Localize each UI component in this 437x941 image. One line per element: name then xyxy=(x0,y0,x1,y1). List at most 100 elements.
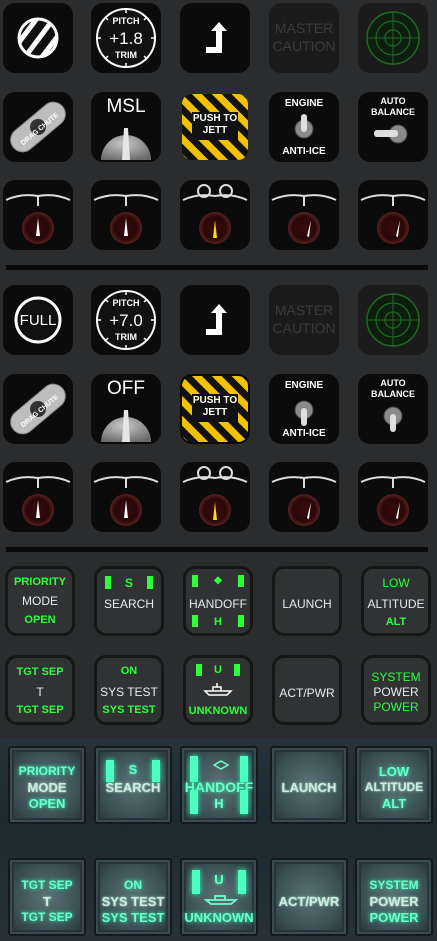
light-knob-2c[interactable] xyxy=(180,462,250,532)
trim-label: TRIM xyxy=(115,332,137,342)
lit-power-mid: POWER xyxy=(369,894,419,909)
panel-light-knob-icon xyxy=(93,476,159,526)
panel-divider-2 xyxy=(6,547,428,552)
lit-altitude-button[interactable]: LOW ALTITUDE ALT xyxy=(355,746,433,824)
drag-chute-handle-1[interactable]: DRAG CHUTE xyxy=(3,92,73,162)
lit-priority-button[interactable]: PRIORITY MODE OPEN xyxy=(8,746,86,824)
lit-tgtsep-bottom: TGT SEP xyxy=(21,910,73,924)
engine-anti-ice-switch-2[interactable]: ENGINE ANTI-ICE xyxy=(269,374,339,444)
lit-system-power-button[interactable]: SYSTEM POWER POWER xyxy=(355,858,433,936)
tgtsep-mid: T xyxy=(36,685,44,699)
power-mid: POWER xyxy=(373,685,419,699)
systest-top: ON xyxy=(120,665,138,677)
light-knob-2d[interactable] xyxy=(269,462,339,532)
lit-unknown-lamp-right xyxy=(238,870,246,894)
pitch-trim-gauge-1[interactable]: PITCH +1.8 TRIM xyxy=(91,3,161,73)
light-knob-2e[interactable] xyxy=(358,462,428,532)
full-button-2[interactable]: FULL xyxy=(3,285,73,355)
light-knob-1a[interactable] xyxy=(3,180,73,250)
rwr-search-button[interactable]: S SEARCH xyxy=(94,566,164,636)
rwr-sys-test-button[interactable]: ON SYS TEST SYS TEST xyxy=(94,655,164,725)
lit-launch-button[interactable]: LAUNCH xyxy=(270,746,348,824)
rwr-altitude-button[interactable]: LOW ALTITUDE ALT xyxy=(361,566,431,636)
handoff-mid: HANDOFF xyxy=(189,597,247,611)
formation-light-knob-icon xyxy=(182,466,248,526)
lit-target-sep-button[interactable]: TGT SEP T TGT SEP xyxy=(8,858,86,936)
lit-search-button[interactable]: S SEARCH xyxy=(94,746,172,824)
rwr-priority-button[interactable]: PRIORITY MODE OPEN xyxy=(5,566,75,636)
search-mid: SEARCH xyxy=(103,597,154,611)
lit-handoff-button[interactable]: HANDOFF H xyxy=(180,746,258,824)
light-knob-1c[interactable] xyxy=(180,180,250,250)
light-knob-1b[interactable] xyxy=(91,180,161,250)
turn-arrow-icon xyxy=(206,22,227,53)
panel-light-knob-icon xyxy=(5,194,71,244)
drag-chute-handle-2[interactable]: DRAG CHUTE xyxy=(3,374,73,444)
actpwr-mid: ACT/PWR xyxy=(279,686,335,700)
gear-lever-button-2[interactable] xyxy=(180,285,250,355)
master-caution-1[interactable]: MASTER CAUTION xyxy=(269,3,339,73)
panel-light-knob-icon xyxy=(5,476,71,526)
lit-systest-top: ON xyxy=(124,878,142,892)
altitude-knob-1[interactable]: MSL xyxy=(91,92,161,162)
radar-scope-button-2[interactable] xyxy=(358,285,428,355)
master-caution-2[interactable]: MASTER CAUTION xyxy=(269,285,339,355)
master-caution-line1: MASTER xyxy=(274,302,334,318)
light-knob-2b[interactable] xyxy=(91,462,161,532)
panel-light-knob-icon xyxy=(360,194,426,244)
full-label: FULL xyxy=(19,312,57,329)
lit-systest-bottom: SYS TEST xyxy=(101,910,165,925)
jettison-button-2[interactable]: PUSH TO JETT xyxy=(180,374,250,444)
lit-altitude-bottom: ALT xyxy=(381,796,407,811)
panel-light-knob-icon xyxy=(93,194,159,244)
systest-bottom: SYS TEST xyxy=(102,704,156,716)
altitude-knob-2[interactable]: OFF xyxy=(91,374,161,444)
lit-unknown-button[interactable]: U UNKNOWN xyxy=(180,858,258,936)
power-bottom: POWER xyxy=(373,700,419,714)
lit-unknown-bottom: UNKNOWN xyxy=(184,910,254,925)
pitch-trim-gauge-2[interactable]: PITCH +7.0 TRIM xyxy=(91,285,161,355)
radar-scope-icon xyxy=(366,293,420,347)
trim-label: TRIM xyxy=(115,50,137,60)
rwr-act-pwr-button[interactable]: ACT/PWR xyxy=(272,655,342,725)
lit-priority-mid: MODE xyxy=(27,780,67,795)
lit-priority-bottom: OPEN xyxy=(28,796,66,811)
anti-ice-label: ANTI-ICE xyxy=(282,428,326,439)
auto-balance-switch-2[interactable]: AUTO BALANCE xyxy=(358,374,428,444)
altitude-bottom: ALT xyxy=(385,616,407,628)
light-knob-1e[interactable] xyxy=(358,180,428,250)
jettison-button-1[interactable]: PUSH TO JETT xyxy=(180,92,250,162)
tgtsep-bottom: TGT SEP xyxy=(16,704,64,716)
tgtsep-top: TGT SEP xyxy=(16,666,64,678)
rwr-launch-button[interactable]: LAUNCH xyxy=(272,566,342,636)
jett-line1: PUSH TO xyxy=(192,395,238,406)
lit-priority-top: PRIORITY xyxy=(18,764,76,778)
rotary-knob-icon xyxy=(101,128,151,160)
launch-mid: LAUNCH xyxy=(282,597,332,611)
handoff-lamp-br xyxy=(238,615,244,627)
auto-balance-switch-1[interactable]: AUTO BALANCE xyxy=(358,92,428,162)
panel-light-knob-icon xyxy=(271,194,337,244)
lit-act-pwr-button[interactable]: ACT/PWR xyxy=(270,858,348,936)
rwr-unknown-button[interactable]: U UNKNOWN xyxy=(183,655,253,725)
striped-button-1[interactable] xyxy=(3,3,73,73)
rwr-target-sep-button[interactable]: TGT SEP T TGT SEP xyxy=(5,655,75,725)
jett-line2: JETT xyxy=(202,125,228,136)
rotary-knob-icon xyxy=(101,410,151,442)
lit-sys-test-button[interactable]: ON SYS TEST SYS TEST xyxy=(94,858,172,936)
systest-mid: SYS TEST xyxy=(100,685,158,699)
anti-ice-label: ANTI-ICE xyxy=(282,146,326,157)
engine-anti-ice-switch-1[interactable]: ENGINE ANTI-ICE xyxy=(269,92,339,162)
lit-systest-mid: SYS TEST xyxy=(101,894,165,909)
light-knob-1d[interactable] xyxy=(269,180,339,250)
pitch-label: PITCH xyxy=(112,16,140,26)
master-caution-line2: CAUTION xyxy=(272,38,336,54)
rwr-handoff-button[interactable]: ◆ HANDOFF H xyxy=(183,566,253,636)
radar-scope-button-1[interactable] xyxy=(358,3,428,73)
rwr-system-power-button[interactable]: SYSTEM POWER POWER xyxy=(361,655,431,725)
lit-altitude-top: LOW xyxy=(378,764,410,779)
light-knob-2a[interactable] xyxy=(3,462,73,532)
gear-lever-button-1[interactable] xyxy=(180,3,250,73)
lit-handoff-lamp-br xyxy=(240,790,248,814)
handoff-lamp-tr xyxy=(238,575,244,587)
